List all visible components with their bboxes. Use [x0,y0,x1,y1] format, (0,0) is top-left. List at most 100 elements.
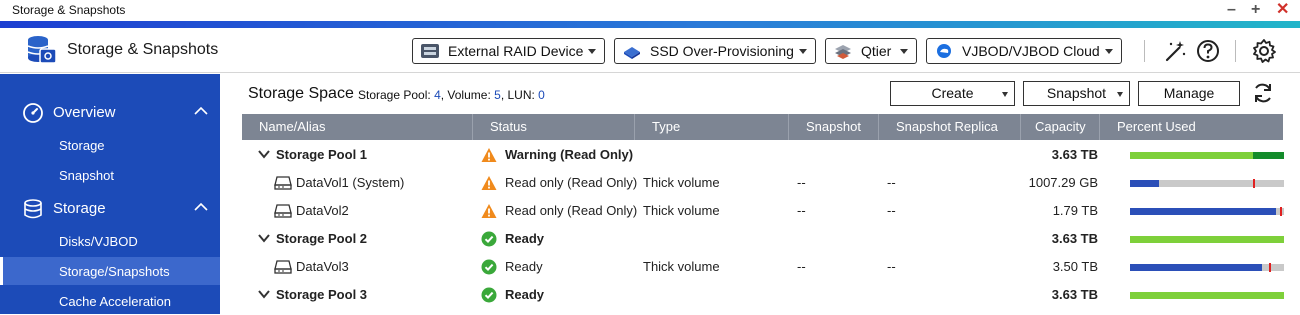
qtier-button[interactable]: Qtier [825,38,917,64]
volume-icon [274,204,292,218]
sidebar-section-overview[interactable]: Overview [0,96,220,128]
percent-used-bar [1130,207,1284,216]
magic-wand-icon[interactable] [1162,38,1188,64]
volume-name[interactable]: DataVol2 [296,197,349,225]
column-status[interactable]: Status [473,114,635,140]
chevron-down-icon[interactable] [258,234,270,243]
app-header: Storage & Snapshots External RAID Device… [0,28,1300,73]
pool-count-label: Storage Pool: [358,88,431,102]
volume-row[interactable]: DataVol2 Read only (Read Only) Thick volum… [242,197,1284,225]
storage-pool-row[interactable]: Storage Pool 1 Warning (Read Only) 3.63 TB [242,141,1284,169]
snapshot-replica: -- [887,175,896,190]
column-capacity[interactable]: Capacity [1021,114,1100,140]
volume-type: Thick volume [643,175,720,190]
window-titlebar: Storage & Snapshots – + ✕ [0,0,1300,21]
chevron-down-icon[interactable] [258,290,270,299]
column-snapshot-replica[interactable]: Snapshot Replica [879,114,1021,140]
chevron-down-icon[interactable] [258,150,270,159]
column-type[interactable]: Type [635,114,789,140]
warning-icon [481,148,497,162]
sidebar-item-snapshot[interactable]: Snapshot [0,161,220,189]
volume-row[interactable]: DataVol1 (System) Read only (Read Only) Th… [242,169,1284,197]
raid-device-icon [421,44,439,58]
chevron-down-icon [799,49,807,54]
snapshot-reserve-fill [1253,152,1284,159]
threshold-marker [1280,207,1282,216]
snapshot-replica: -- [887,203,896,218]
sidebar-item-disks-vjbod[interactable]: Disks/VJBOD [0,227,220,255]
header-divider [1235,40,1236,62]
percent-used-bar [1130,263,1284,272]
used-fill [1130,292,1284,299]
sidebar-section-storage[interactable]: Storage [0,192,220,224]
column-percent-used[interactable]: Percent Used [1100,114,1283,140]
capacity: 1.79 TB [1052,203,1098,218]
percent-used-bar [1130,152,1284,159]
status-extra: (Read Only) [567,175,638,190]
pool-name[interactable]: Storage Pool 1 [276,141,367,169]
threshold-marker [1269,263,1271,272]
volume-icon [274,176,292,190]
sidebar-item-cache-acceleration[interactable]: Cache Acceleration [0,287,220,315]
external-raid-device-button[interactable]: External RAID Device [412,38,605,64]
gear-icon[interactable] [1251,38,1277,64]
capacity: 3.50 TB [1052,259,1098,274]
status-text: Ready [505,231,545,246]
check-circle-icon [481,287,497,303]
capacity: 3.63 TB [1051,231,1098,246]
minimize-button[interactable]: – [1227,0,1236,20]
sidebar-item-storage[interactable]: Storage [0,131,220,159]
close-button[interactable]: ✕ [1276,0,1289,20]
refresh-icon[interactable] [1251,81,1275,105]
percent-used-bar [1130,236,1284,243]
status-text: Ready [505,259,543,274]
volume-name[interactable]: DataVol3 [296,253,349,281]
chevron-up-icon [194,106,208,115]
app-name: Storage & Snapshots [67,41,219,58]
pool-count: 4 [434,88,441,102]
used-fill [1130,180,1159,187]
capacity: 3.63 TB [1051,147,1098,162]
warning-icon [481,204,497,218]
storage-summary: Storage Pool: 4, Volume: 5, LUN: 0 [358,88,545,102]
sidebar-section-label: Overview [53,104,116,121]
storage-pool-row[interactable]: Storage Pool 3 Ready 3.63 TB [242,281,1284,309]
capacity: 1007.29 GB [1028,175,1098,190]
help-icon[interactable] [1195,38,1221,64]
ssd-over-provisioning-button[interactable]: SSD Over-Provisioning [614,38,816,64]
storage-pool-row[interactable]: Storage Pool 2 Ready 3.63 TB [242,225,1284,253]
status-extra: (Read Only) [567,203,638,218]
pool-name[interactable]: Storage Pool 2 [276,225,367,253]
speedometer-icon [23,103,43,123]
used-fill [1130,264,1262,271]
chevron-up-icon [194,202,208,211]
sidebar: Overview Storage Snapshot Storage Disks/… [0,74,220,314]
qtier-icon [835,45,851,59]
lun-count: 0 [538,88,545,102]
used-fill [1130,152,1266,159]
snapshot-replica: -- [887,259,896,274]
pool-name[interactable]: Storage Pool 3 [276,281,367,309]
table-header: Name/Alias Status Type Snapshot Snapshot… [242,114,1283,140]
check-circle-icon [481,231,497,247]
volume-name[interactable]: DataVol1 (System) [296,169,404,197]
column-snapshot[interactable]: Snapshot [789,114,879,140]
status-text: Warning (Read Only) [505,147,634,162]
column-name[interactable]: Name/Alias [242,114,473,140]
create-button[interactable]: Create [890,81,1015,106]
status-text: Read only (Read Only) [505,175,638,190]
volume-count-label: , Volume: [440,88,491,102]
capacity: 3.63 TB [1051,287,1098,302]
volume-row[interactable]: DataVol3 Ready Thick volume -- -- 3.50 TB [242,253,1284,281]
chevron-down-icon [1105,49,1113,54]
chevron-down-icon [588,49,596,54]
snapshot-button[interactable]: Snapshot [1023,81,1130,106]
sidebar-item-storage-snapshots[interactable]: Storage/Snapshots [0,257,220,285]
vjbod-cloud-label: VJBOD/VJBOD Cloud [962,43,1100,59]
threshold-marker [1253,179,1255,188]
manage-button[interactable]: Manage [1138,81,1240,106]
vjbod-cloud-button[interactable]: VJBOD/VJBOD Cloud [926,38,1122,64]
warning-icon [481,176,497,190]
maximize-button[interactable]: + [1251,0,1260,20]
chevron-down-icon [900,49,908,54]
